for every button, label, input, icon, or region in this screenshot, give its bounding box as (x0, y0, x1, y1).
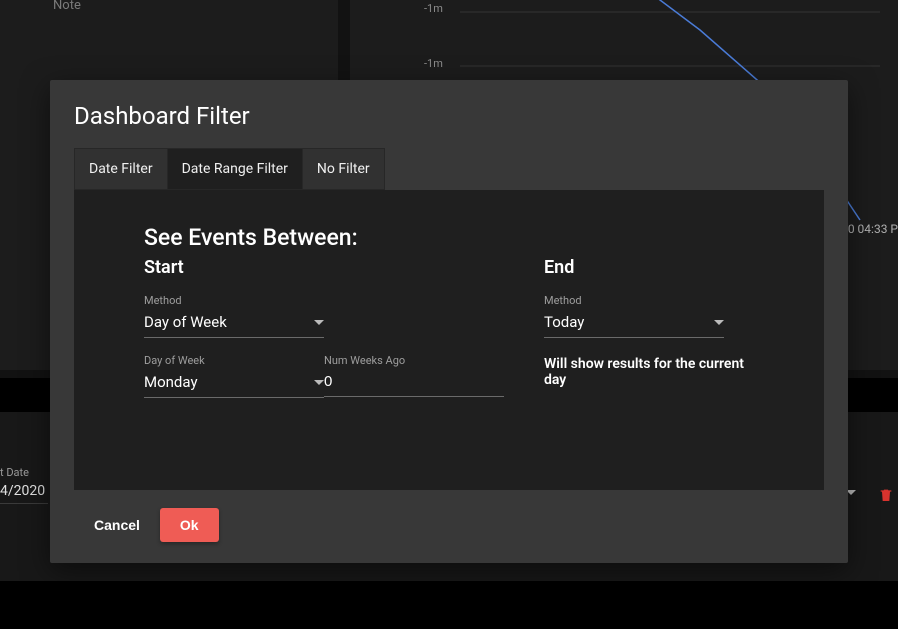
panel-heading: See Events Between: (144, 224, 754, 251)
modal-actions: Cancel Ok (74, 508, 824, 542)
bg-date-field-label: t Date (0, 466, 29, 479)
start-numweeks-label: Num Weeks Ago (324, 354, 504, 367)
end-help-text: Will show results for the current day (544, 356, 754, 388)
filter-tabs: Date Filter Date Range Filter No Filter (74, 148, 385, 190)
date-range-panel: See Events Between: Start Method Day of … (74, 190, 824, 490)
end-method-select[interactable]: Today (544, 309, 724, 338)
start-dow-label: Day of Week (144, 354, 324, 367)
end-method-value: Today (544, 313, 584, 331)
start-method-select[interactable]: Day of Week (144, 309, 324, 338)
chevron-down-icon (314, 380, 324, 385)
chevron-down-icon (314, 320, 324, 325)
end-title: End (544, 257, 754, 278)
bg-footer-bar (0, 581, 898, 629)
start-title: Start (144, 257, 504, 278)
modal-title: Dashboard Filter (74, 102, 824, 130)
bg-note-label: Note (53, 0, 81, 13)
start-numweeks-input[interactable] (324, 369, 504, 397)
bg-date-field[interactable]: 4/2020 (0, 483, 48, 504)
start-method-value: Day of Week (144, 313, 227, 331)
start-dow-value: Monday (144, 373, 198, 391)
tab-no-filter[interactable]: No Filter (303, 149, 384, 189)
end-method-label: Method (544, 294, 754, 307)
tab-date-range-filter[interactable]: Date Range Filter (168, 149, 303, 189)
chevron-down-icon (714, 320, 724, 325)
trash-icon[interactable] (878, 486, 894, 504)
bg-timestamp: 20 04:33 P (841, 222, 898, 236)
cancel-button[interactable]: Cancel (88, 508, 146, 542)
tab-date-filter[interactable]: Date Filter (75, 149, 168, 189)
start-method-label: Method (144, 294, 504, 307)
dashboard-filter-modal: Dashboard Filter Date Filter Date Range … (50, 80, 848, 563)
start-column: Start Method Day of Week Day of Week Mon… (144, 253, 504, 398)
ok-button[interactable]: Ok (160, 508, 219, 542)
end-column: End Method Today Will show results for t… (544, 253, 754, 398)
start-dow-select[interactable]: Monday (144, 369, 324, 398)
